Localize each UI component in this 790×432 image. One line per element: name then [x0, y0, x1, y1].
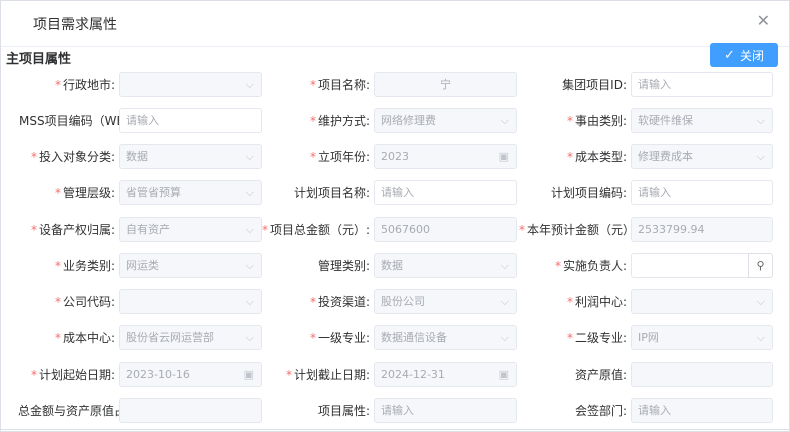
mss-code-input[interactable]: 请输入	[119, 108, 262, 133]
sign-dept-input[interactable]: 请输入	[631, 398, 773, 423]
calendar-icon: ▣	[243, 368, 254, 381]
city-label: * 行政地市:	[54, 78, 115, 92]
year-estimate-label: * 本年预计金额（元）	[519, 223, 636, 237]
year-label: * 立项年份:	[309, 150, 370, 164]
check-icon: ✓	[724, 47, 735, 63]
chevron-down-icon: ⌵	[756, 331, 765, 344]
chevron-down-icon: ⌵	[245, 331, 254, 344]
ownership-label: * 设备产权归属:	[30, 223, 115, 237]
chevron-down-icon: ⌵	[245, 186, 254, 199]
chevron-down-icon: ⌵	[245, 259, 254, 272]
plan-code-input[interactable]: 请输入	[631, 180, 773, 205]
project-name-field[interactable]: 宁	[374, 72, 517, 97]
start-date-picker[interactable]: 2023-10-16 ▣	[119, 362, 262, 387]
cost-center-select[interactable]: 股份省云网运营部 ⌵	[119, 325, 262, 350]
project-name-label: * 项目名称:	[309, 78, 370, 92]
chevron-down-icon: ⌵	[500, 114, 509, 127]
business-type-select[interactable]: 网运类 ⌵	[119, 253, 262, 278]
major1-label: * 一级专业:	[309, 331, 370, 345]
section-title: 主项目属性	[6, 52, 72, 67]
total-amount-label: * 项目总金额（元）:	[261, 223, 370, 237]
profit-center-select[interactable]: ⌵	[631, 289, 773, 314]
group-id-input[interactable]: 请输入	[631, 72, 773, 97]
chevron-down-icon: ⌵	[756, 150, 765, 163]
title-divider	[1, 46, 789, 47]
project-attr-label: 项目属性:	[317, 404, 370, 418]
mss-code-label: MSS项目编码（WBS编	[19, 114, 121, 128]
invest-class-select[interactable]: 数据 ⌵	[119, 144, 262, 169]
close-button[interactable]: ✓ 关闭	[710, 43, 778, 67]
major1-select[interactable]: 数据通信设备 ⌵	[374, 325, 517, 350]
calendar-icon: ▣	[498, 368, 509, 381]
group-id-label: 集团项目ID:	[562, 78, 627, 92]
calendar-icon: ▣	[498, 150, 509, 163]
plan-name-input[interactable]: 请输入	[374, 180, 517, 205]
chevron-down-icon: ⌵	[756, 114, 765, 127]
chevron-down-icon: ⌵	[245, 295, 254, 308]
owner-label: * 实施负责人:	[554, 259, 627, 273]
chevron-down-icon: ⌵	[500, 331, 509, 344]
project-attr-input[interactable]: 请输入	[374, 398, 517, 423]
cost-center-label: * 成本中心:	[54, 331, 115, 345]
close-button-label: 关闭	[739, 48, 764, 63]
total-amount-field[interactable]: 5067600	[374, 217, 517, 242]
chevron-down-icon: ⌵	[500, 259, 509, 272]
cost-type-label: * 成本类型:	[566, 150, 627, 164]
mgmt-type-select[interactable]: 数据 ⌵	[374, 253, 517, 278]
end-date-picker[interactable]: 2024-12-31 ▣	[374, 362, 517, 387]
ratio-label: 总金额与资产原值占比	[18, 404, 122, 418]
chevron-down-icon: ⌵	[245, 78, 254, 91]
chevron-down-icon: ⌵	[245, 223, 254, 236]
chevron-down-icon: ⌵	[756, 295, 765, 308]
search-icon[interactable]: ⚲	[748, 253, 773, 278]
company-code-label: * 公司代码:	[54, 295, 115, 309]
ownership-select[interactable]: 自有资产 ⌵	[119, 217, 262, 242]
city-select[interactable]: ⌵	[119, 72, 262, 97]
year-estimate-field[interactable]: 2533799.94	[631, 217, 773, 242]
channel-label: * 投资渠道:	[309, 295, 370, 309]
major2-select[interactable]: IP网 ⌵	[631, 325, 773, 350]
owner-input[interactable]	[631, 253, 749, 278]
mgmt-type-label: 管理类别:	[317, 259, 370, 273]
plan-code-label: 计划项目编码:	[550, 186, 627, 200]
reason-type-select[interactable]: 软硬件维保 ⌵	[631, 108, 773, 133]
major2-label: * 二级专业:	[566, 331, 627, 345]
dialog-title: 项目需求属性	[33, 17, 117, 33]
plan-name-label: 计划项目名称:	[293, 186, 370, 200]
asset-value-field[interactable]	[631, 362, 773, 387]
profit-center-label: * 利润中心:	[566, 295, 627, 309]
invest-class-label: * 投入对象分类:	[30, 150, 115, 164]
maint-mode-label: * 维护方式:	[309, 114, 370, 128]
sign-dept-label: 会签部门:	[574, 404, 627, 418]
business-type-label: * 业务类别:	[54, 259, 115, 273]
maint-mode-select[interactable]: 网络修理费 ⌵	[374, 108, 517, 133]
chevron-down-icon: ⌵	[245, 150, 254, 163]
asset-value-label: 资产原值:	[574, 368, 627, 382]
bottom-divider	[1, 429, 789, 430]
close-icon[interactable]: ✕	[757, 13, 770, 29]
mgmt-level-label: * 管理层级:	[54, 186, 115, 200]
reason-type-label: * 事由类别:	[566, 114, 627, 128]
chevron-down-icon: ⌵	[500, 295, 509, 308]
ratio-field[interactable]	[119, 398, 262, 423]
mgmt-level-select[interactable]: 省管省预算 ⌵	[119, 180, 262, 205]
company-code-select[interactable]: ⌵	[119, 289, 262, 314]
channel-select[interactable]: 股份公司 ⌵	[374, 289, 517, 314]
end-date-label: * 计划截止日期:	[285, 368, 370, 382]
project-attributes-dialog: 项目需求属性 ✕ 主项目属性 ✓ 关闭 * 行政地市: ⌵ * 项目名称: 宁 集团…	[0, 0, 790, 432]
cost-type-select[interactable]: 修理费成本 ⌵	[631, 144, 773, 169]
start-date-label: * 计划起始日期:	[30, 368, 115, 382]
year-picker[interactable]: 2023 ▣	[374, 144, 517, 169]
